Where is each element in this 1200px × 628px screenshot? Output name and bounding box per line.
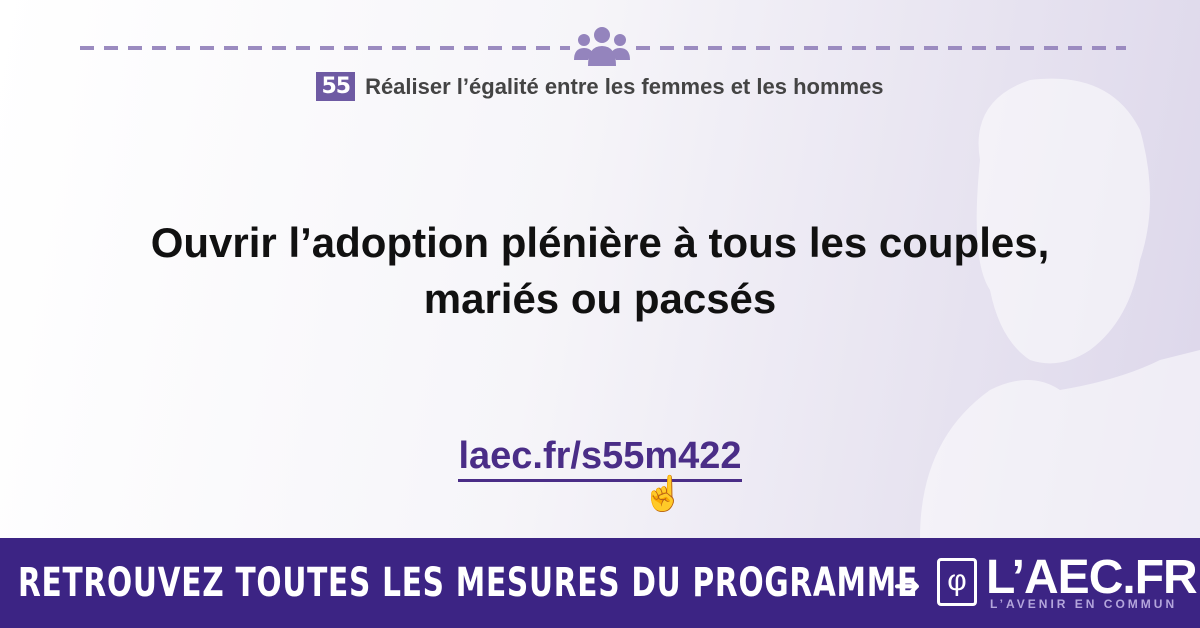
divider-left xyxy=(80,46,570,50)
people-group-icon xyxy=(574,27,630,66)
divider-right xyxy=(636,46,1126,50)
pointer-hand-icon: ☝ xyxy=(642,475,685,513)
measure-link-wrap: laec.fr/s55m422 xyxy=(0,435,1200,482)
aec-logo-icon: φ xyxy=(937,558,977,606)
theme-header: 55 Réaliser l’égalité entre les femmes e… xyxy=(0,72,1200,101)
arrow-right-icon: ➜ xyxy=(893,567,922,605)
theme-title: Réaliser l’égalité entre les femmes et l… xyxy=(365,73,884,99)
measure-title: Ouvrir l’adoption plénière à tous les co… xyxy=(0,215,1200,327)
brand-tagline: L’AVENIR EN COMMUN xyxy=(990,597,1178,611)
title-line-2: mariés ou pacsés xyxy=(423,275,777,322)
measure-link[interactable]: laec.fr/s55m422 xyxy=(458,435,742,482)
title-line-1: Ouvrir l’adoption plénière à tous les co… xyxy=(150,219,1050,266)
footer-cta[interactable]: RETROUVEZ TOUTES LES MESURES DU PROGRAMM… xyxy=(18,560,918,606)
theme-number-badge: 55 xyxy=(316,72,356,101)
